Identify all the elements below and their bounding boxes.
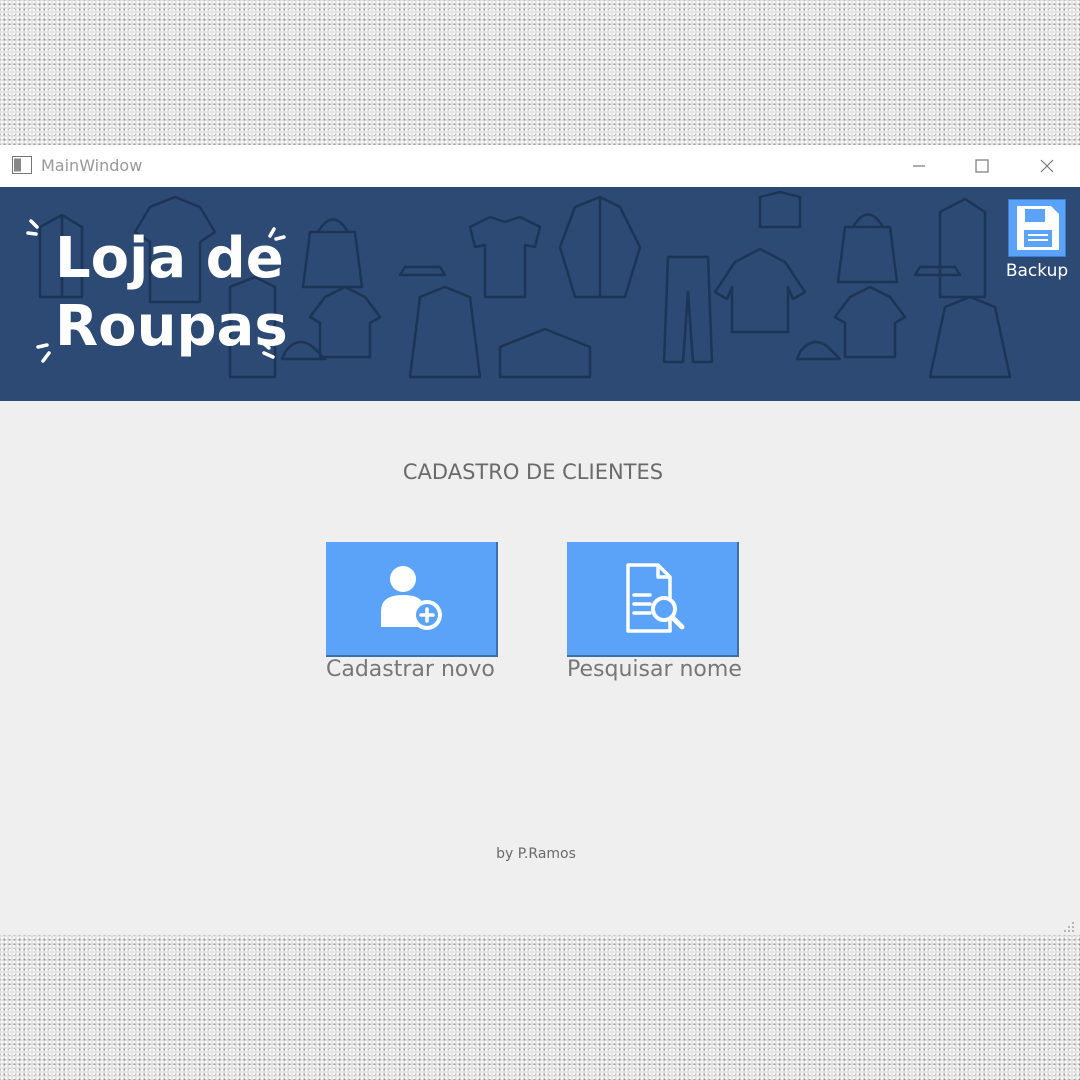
author-credit: by P.Ramos [496,846,576,862]
add-user-icon [381,565,442,630]
backup-label: Backup [1005,261,1069,281]
sparkle-top-left-icon [26,219,39,236]
resize-grip-icon[interactable] [1062,920,1076,934]
header-banner: Loja de Roupas Backup [0,187,1080,401]
main-window: MainWindow Loja de Roupas Backup CADASTR… [0,145,1080,935]
minimize-button[interactable] [899,151,939,181]
maximize-button[interactable] [962,151,1002,181]
save-floppy-icon [1017,206,1059,250]
backup-button[interactable] [1008,199,1066,257]
store-logo: Loja de Roupas [55,225,288,361]
backup-control[interactable]: Backup [1002,199,1072,281]
app-window-icon [12,156,32,174]
register-new-label[interactable]: Cadastrar novo [326,657,495,682]
page-title: CADASTRO DE CLIENTES [402,460,664,484]
register-new-button[interactable] [326,542,498,657]
close-icon [1040,159,1054,173]
search-name-label[interactable]: Pesquisar nome [567,657,742,682]
logo-line-1: Loja de [55,226,284,291]
close-button[interactable] [1027,151,1067,181]
document-search-icon [626,562,685,633]
logo-line-2: Roupas [55,294,288,359]
maximize-icon [975,159,989,173]
search-name-button[interactable] [567,542,739,657]
title-bar[interactable]: MainWindow [0,145,1080,187]
window-title: MainWindow [41,156,143,175]
minimize-icon [913,165,925,167]
